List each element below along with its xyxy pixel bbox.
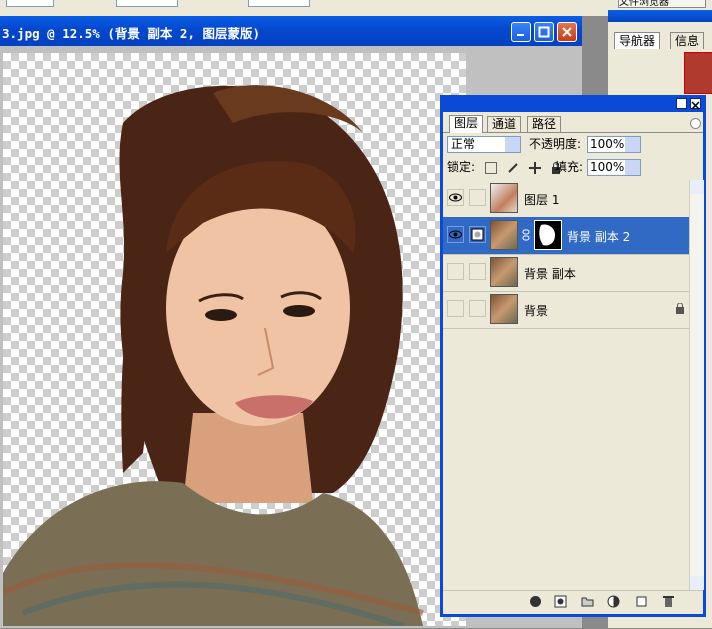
lock-transparency-icon[interactable] [485,161,497,174]
palette-bottom-bar [443,590,703,613]
close-icon [562,27,572,37]
layer-name: 背景 [524,304,549,318]
document-title: 3.jpg @ 12.5% (背景 副本 2, 图层蒙版) [2,26,261,41]
mask-toggle[interactable] [469,226,486,243]
palette-menu-icon[interactable] [690,118,701,129]
maximize-button[interactable] [534,22,554,42]
navigator-titlebar[interactable] [608,10,712,22]
tab-info[interactable]: 信息 [670,32,705,49]
navigator-thumbnail[interactable] [684,52,712,94]
close-icon [691,101,700,110]
blend-mode-select[interactable]: 正常 [447,136,521,153]
lock-row: 锁定: 填充: 100% [443,157,703,179]
navigator-header: 文件浏览器 [608,0,712,10]
palette-body: 图层 通道 路径 正常 不透明度: 100% 锁定: 填充: 100% 图层 1… [443,112,704,614]
adjustment-layer-icon[interactable] [607,595,620,608]
lock-position-icon[interactable] [528,161,541,174]
close-button[interactable] [557,22,577,42]
lock-icon [675,302,685,317]
layers-list: 图层 1 背景 副本 2 背景 副本 背景 [443,180,689,584]
palette-tabs: 图层 通道 路径 [443,114,703,133]
blend-row: 正常 不透明度: 100% [443,134,703,156]
link-toggle[interactable] [469,263,486,280]
eye-icon [449,230,462,239]
layers-palette: 图层 通道 路径 正常 不透明度: 100% 锁定: 填充: 100% 图层 1… [440,95,706,617]
layer-name: 背景 副本 [524,267,576,281]
image-canvas[interactable] [1,53,466,629]
eye-icon [449,193,462,202]
minimize-icon [517,34,524,36]
palette-minimize-button[interactable] [676,98,687,109]
add-mask-icon[interactable] [554,595,567,608]
file-browser-button[interactable]: 文件浏览器 [618,0,706,8]
palette-titlebar[interactable] [440,95,706,112]
opacity-input[interactable]: 100% [587,136,641,153]
maximize-icon [538,26,550,38]
tab-navigator[interactable]: 导航器 [614,32,661,49]
portrait-image [1,85,424,629]
scroll-down-button[interactable] [690,576,704,590]
layer-row[interactable]: 背景 副本 2 [443,217,689,255]
layer-row[interactable]: 背景 副本 [443,254,689,292]
layer-mask-thumbnail[interactable] [534,220,562,250]
scroll-up-button[interactable] [690,180,704,194]
layer-thumbnail[interactable] [490,183,518,213]
link-toggle[interactable] [469,189,486,206]
visibility-toggle[interactable] [447,300,464,317]
opacity-value: 100% [590,137,625,151]
fill-input[interactable]: 100% [587,159,641,176]
layer-name: 背景 副本 2 [567,230,631,244]
minimize-button[interactable] [511,22,531,42]
mask-mode-icon [471,228,484,241]
palette-close-button[interactable] [690,98,701,110]
layer-thumbnail[interactable] [490,294,518,324]
tab-layers[interactable]: 图层 [449,115,484,133]
tab-channels[interactable]: 通道 [487,116,522,132]
options-bar [0,0,712,16]
tool-option-field[interactable] [116,0,178,7]
layer-name: 图层 1 [524,193,560,207]
new-group-icon[interactable] [581,595,594,608]
chevron-down-icon[interactable] [505,137,520,152]
chevron-right-icon[interactable] [625,137,640,152]
lock-image-icon[interactable] [507,162,519,174]
lock-label: 锁定: [447,160,476,174]
new-layer-icon[interactable] [635,595,648,608]
blend-mode-value: 正常 [451,137,476,151]
link-toggle[interactable] [469,300,486,317]
tool-option-field[interactable] [248,0,310,7]
fill-value: 100% [590,160,625,174]
layer-row[interactable]: 背景 [443,291,689,329]
layer-row[interactable]: 图层 1 [443,180,689,218]
visibility-toggle[interactable] [447,263,464,280]
visibility-toggle[interactable] [447,189,464,206]
layer-thumbnail[interactable] [490,257,518,287]
chevron-right-icon[interactable] [625,160,640,175]
tool-option-field[interactable] [6,0,54,7]
tab-paths[interactable]: 路径 [527,116,562,132]
chain-link-icon[interactable] [522,229,530,241]
document-titlebar[interactable]: 3.jpg @ 12.5% (背景 副本 2, 图层蒙版) [0,16,582,46]
visibility-toggle[interactable] [447,226,464,243]
layer-thumbnail[interactable] [490,220,518,250]
trash-icon[interactable] [662,595,675,608]
layers-scrollbar[interactable] [689,180,704,590]
fill-label: 填充: [555,160,584,174]
opacity-label: 不透明度: [529,137,582,151]
layer-style-icon[interactable] [529,595,542,608]
